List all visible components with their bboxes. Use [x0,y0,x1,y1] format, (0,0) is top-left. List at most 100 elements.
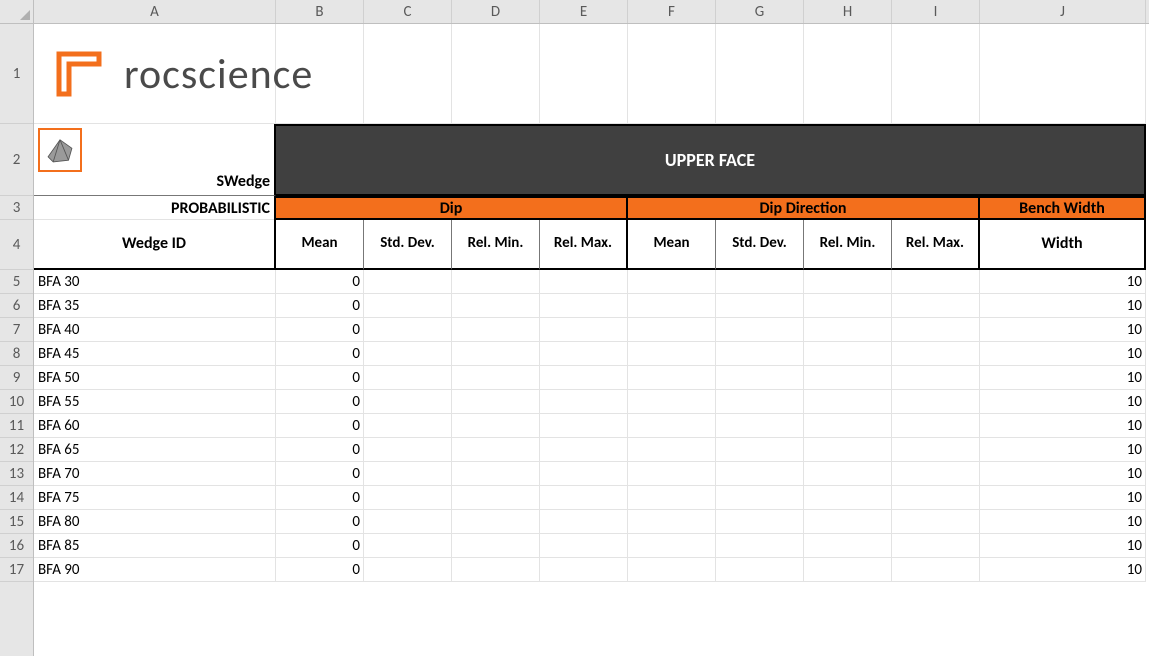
column-header-dip-relmax[interactable]: Rel. Max. [540,220,628,270]
cell-bench-width[interactable]: 10 [980,558,1146,582]
row-header[interactable]: 6 [0,294,33,318]
cell-empty[interactable] [540,318,628,342]
cell-empty[interactable] [628,486,716,510]
row-header[interactable]: 4 [0,220,33,270]
cell-wedge-id[interactable]: BFA 40 [34,318,276,342]
cell-bench-width[interactable]: 10 [980,390,1146,414]
column-header-dipdir-mean[interactable]: Mean [628,220,716,270]
cell-empty[interactable] [716,366,804,390]
cell-empty[interactable] [540,270,628,294]
cell-empty[interactable] [804,534,892,558]
cell-bench-width[interactable]: 10 [980,438,1146,462]
cell-bench-width[interactable]: 10 [980,342,1146,366]
column-header[interactable]: H [804,0,892,23]
cell-empty[interactable] [716,462,804,486]
cell-empty[interactable] [716,390,804,414]
cell-empty[interactable] [892,318,980,342]
cell-empty[interactable] [892,414,980,438]
cell-empty[interactable] [364,390,452,414]
cell-empty[interactable] [892,510,980,534]
cell-empty[interactable] [804,342,892,366]
row-header[interactable]: 15 [0,510,33,534]
cell-empty[interactable] [628,318,716,342]
cell-empty[interactable] [804,414,892,438]
cell-dip-mean[interactable]: 0 [276,486,364,510]
column-header[interactable]: A [34,0,276,23]
cell-empty[interactable] [540,462,628,486]
category-dip[interactable]: Dip [276,196,628,220]
cell-empty[interactable] [452,486,540,510]
column-header[interactable]: I [892,0,980,23]
swedge-cell[interactable]: SWedge [34,124,276,196]
cell-empty[interactable] [804,486,892,510]
cell-empty[interactable] [892,366,980,390]
column-header-dipdir-relmin[interactable]: Rel. Min. [804,220,892,270]
row-header[interactable]: 10 [0,390,33,414]
cell-empty[interactable] [892,270,980,294]
cell-bench-width[interactable]: 10 [980,414,1146,438]
row-header[interactable]: 13 [0,462,33,486]
cell-wedge-id[interactable]: BFA 35 [34,294,276,318]
cell-empty[interactable] [628,510,716,534]
cell-empty[interactable] [716,294,804,318]
cell-bench-width[interactable]: 10 [980,534,1146,558]
cell-empty[interactable] [364,510,452,534]
cell-empty[interactable] [804,390,892,414]
cell-empty[interactable] [628,414,716,438]
cell-empty[interactable] [716,438,804,462]
column-header[interactable]: B [276,0,364,23]
cell-dip-mean[interactable]: 0 [276,342,364,366]
column-header[interactable]: G [716,0,804,23]
cell-dip-mean[interactable]: 0 [276,558,364,582]
category-bench-width[interactable]: Bench Width [980,196,1146,220]
cell-empty[interactable] [452,534,540,558]
column-header-dipdir-relmax[interactable]: Rel. Max. [892,220,980,270]
column-header-dip-mean[interactable]: Mean [276,220,364,270]
cell-empty[interactable] [540,510,628,534]
row-header[interactable]: 5 [0,270,33,294]
cell-empty[interactable] [804,318,892,342]
cell-empty[interactable] [804,558,892,582]
cell-empty[interactable] [628,342,716,366]
cell-empty[interactable] [540,414,628,438]
mode-label-probabilistic[interactable]: PROBABILISTIC [34,196,276,220]
cell-empty[interactable] [364,414,452,438]
cell-empty[interactable] [628,294,716,318]
cell-empty[interactable] [452,318,540,342]
cell-dip-mean[interactable]: 0 [276,366,364,390]
cell-wedge-id[interactable]: BFA 75 [34,486,276,510]
cell-dip-mean[interactable]: 0 [276,294,364,318]
cell-empty[interactable] [892,438,980,462]
cell-wedge-id[interactable]: BFA 45 [34,342,276,366]
cell-wedge-id[interactable]: BFA 30 [34,270,276,294]
row-header[interactable]: 2 [0,124,33,196]
cell-empty[interactable] [892,486,980,510]
cell-empty[interactable] [716,318,804,342]
cell-bench-width[interactable]: 10 [980,510,1146,534]
cell-empty[interactable] [452,294,540,318]
cell-empty[interactable] [892,534,980,558]
cell-dip-mean[interactable]: 0 [276,534,364,558]
group-header-upper-face[interactable]: UPPER FACE [276,124,1146,196]
cell-dip-mean[interactable]: 0 [276,390,364,414]
cell-empty[interactable] [892,462,980,486]
row-header[interactable]: 17 [0,558,33,582]
cell-empty[interactable] [540,558,628,582]
cell-empty[interactable] [452,270,540,294]
cell-bench-width[interactable]: 10 [980,270,1146,294]
cell-empty[interactable] [540,438,628,462]
cell-empty[interactable] [628,366,716,390]
row-header[interactable]: 1 [0,24,33,124]
cell-dip-mean[interactable]: 0 [276,510,364,534]
row-header[interactable]: 3 [0,196,33,220]
cell-dip-mean[interactable]: 0 [276,462,364,486]
cell-empty[interactable] [540,486,628,510]
cell-empty[interactable] [452,438,540,462]
column-header-dip-relmin[interactable]: Rel. Min. [452,220,540,270]
cell-bench-width[interactable]: 10 [980,366,1146,390]
cell-wedge-id[interactable]: BFA 55 [34,390,276,414]
cell-empty[interactable] [628,438,716,462]
row-header[interactable]: 12 [0,438,33,462]
cell-empty[interactable] [540,294,628,318]
cell-empty[interactable] [364,318,452,342]
